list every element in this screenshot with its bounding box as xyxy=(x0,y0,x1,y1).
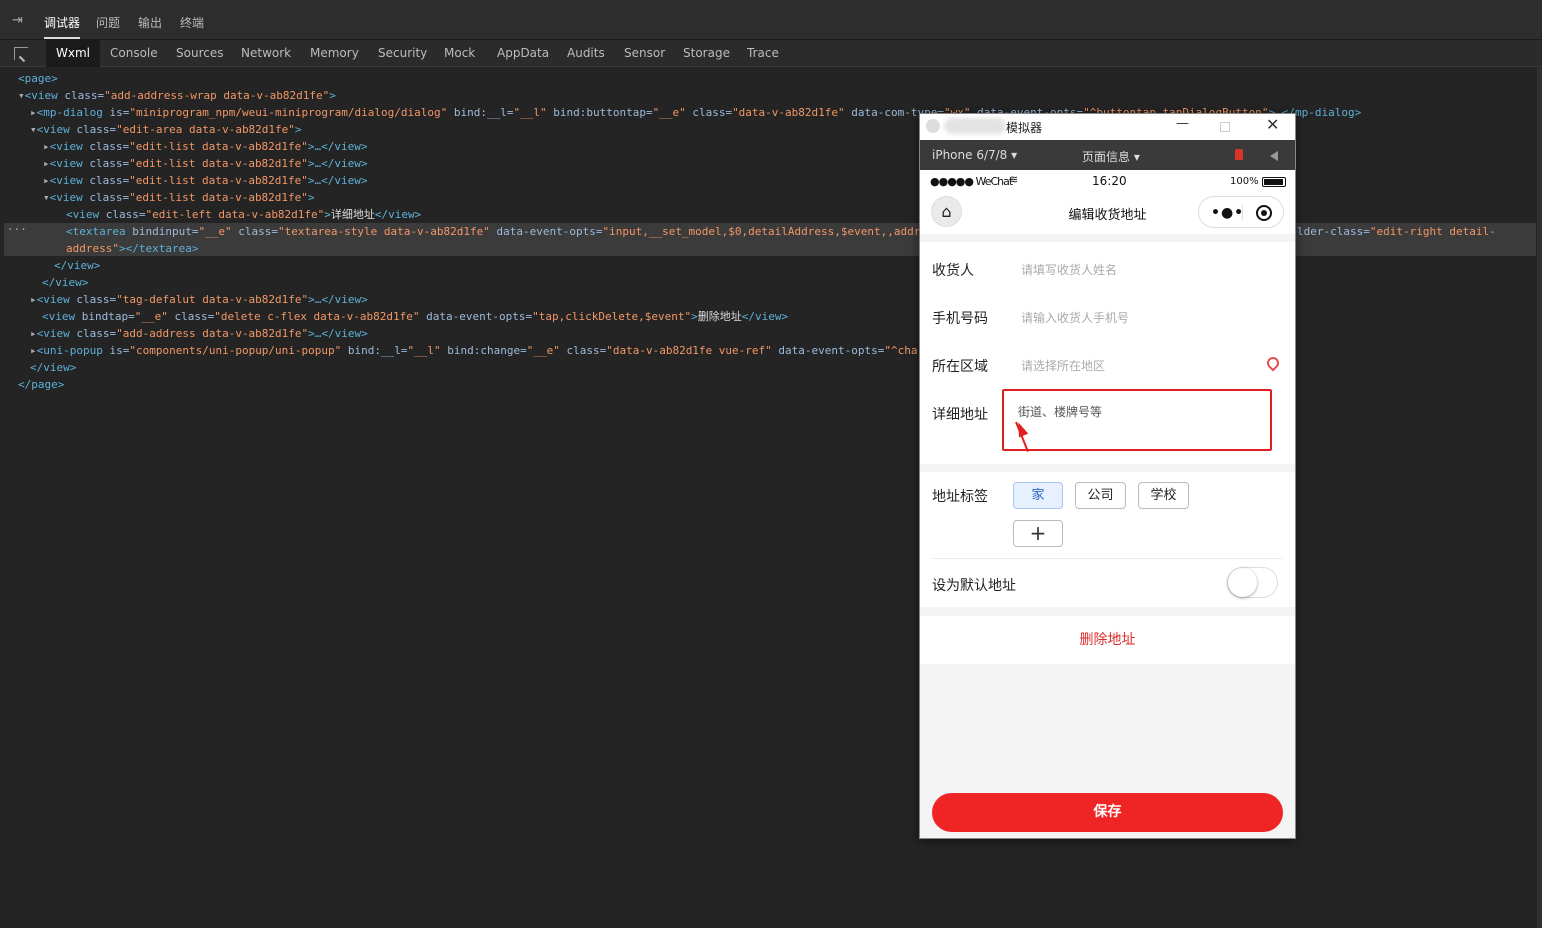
blurred-app-name xyxy=(944,118,1006,134)
save-button[interactable]: 保存 xyxy=(932,793,1283,832)
minimize-icon[interactable]: — xyxy=(1176,116,1189,131)
devtools-top-bar: ⇥ 调试器 问题 输出 终端 xyxy=(0,0,1542,40)
wifi-icon: ≋ xyxy=(1009,173,1019,186)
tag-company[interactable]: 公司 xyxy=(1075,482,1126,509)
wxml-line-textarea[interactable]: <textarea bindinput="__e" class="textare… xyxy=(66,223,920,240)
capsule-menu: •●• xyxy=(1198,196,1284,228)
detail-placeholder: 街道、楼牌号等 xyxy=(1018,405,1103,419)
simulator-title-bar[interactable]: 模拟器 — ✕ xyxy=(920,114,1295,140)
tab-mock[interactable]: Mock xyxy=(444,46,475,60)
tab-wxml[interactable]: Wxml xyxy=(46,40,100,67)
panel-tab-bar: Wxml Console Sources Network Memory Secu… xyxy=(0,40,1542,67)
mini-program-nav-bar: ⌂ 编辑收货地址 •●• xyxy=(920,192,1295,234)
wxml-line-tag-default[interactable]: ▸<view class="tag-defalut data-v-ab82d1f… xyxy=(30,291,368,308)
delete-address-button[interactable]: 删除地址 xyxy=(920,616,1295,664)
phone-status-bar: ●●●●● WeChat ≋ 16:20 100% xyxy=(920,170,1295,192)
dock-icon[interactable]: ⇥ xyxy=(12,13,23,28)
tags-label: 地址标签 xyxy=(932,489,988,505)
inspect-element-icon[interactable] xyxy=(14,47,28,60)
phone-label: 手机号码 xyxy=(932,311,988,327)
region-label: 所在区域 xyxy=(932,359,988,375)
tab-terminal[interactable]: 终端 xyxy=(180,14,204,31)
receiver-label: 收货人 xyxy=(932,263,974,279)
phone-input[interactable]: 请输入收货人手机号 xyxy=(1021,309,1129,326)
divider xyxy=(932,558,1283,559)
close-mini-program-icon[interactable] xyxy=(1256,205,1272,221)
tag-school[interactable]: 学校 xyxy=(1138,482,1189,509)
tab-debugger[interactable]: 调试器 xyxy=(44,14,81,39)
tab-audits[interactable]: Audits xyxy=(567,46,605,60)
tab-appdata[interactable]: AppData xyxy=(497,46,549,60)
address-tags-section: 地址标签 家 公司 学校 + 设为默认地址 xyxy=(920,472,1295,607)
device-select[interactable]: iPhone 6/7/8 ▾ xyxy=(932,148,1017,162)
region-picker[interactable]: 请选择所在地区 xyxy=(1021,357,1105,374)
detail-label: 详细地址 xyxy=(932,407,988,423)
wxml-line-popup[interactable]: ▸<uni-popup is="components/uni-popup/uni… xyxy=(30,342,920,359)
wxml-line-textarea-tail: lder-class="edit-right detail- xyxy=(1297,225,1496,238)
battery-icon xyxy=(1262,177,1286,187)
switch-knob xyxy=(1228,568,1257,597)
tab-memory[interactable]: Memory xyxy=(310,46,359,60)
tab-output[interactable]: 输出 xyxy=(138,14,162,31)
wxml-line-page[interactable]: <page> xyxy=(18,70,58,87)
wxml-line-close-page[interactable]: </page> xyxy=(18,376,64,393)
tab-console[interactable]: Console xyxy=(110,46,158,60)
tab-network[interactable]: Network xyxy=(241,46,291,60)
node-ellipsis[interactable]: ··· xyxy=(7,221,27,238)
maximize-icon[interactable] xyxy=(1220,122,1230,132)
volume-icon[interactable] xyxy=(1270,151,1278,161)
status-time: 16:20 xyxy=(1092,174,1127,188)
wxml-line-close-view[interactable]: </view> xyxy=(54,257,100,274)
close-icon[interactable]: ✕ xyxy=(1266,115,1279,134)
tab-problems[interactable]: 问题 xyxy=(96,14,120,31)
simulator-title: 模拟器 xyxy=(1006,121,1043,135)
tab-storage[interactable]: Storage xyxy=(683,46,730,60)
detail-address-textarea[interactable]: 街道、楼牌号等 xyxy=(1002,389,1272,451)
add-tag-button[interactable]: + xyxy=(1013,520,1063,547)
wxml-line-edit-list[interactable]: ▸<view class="edit-list data-v-ab82d1fe"… xyxy=(43,172,368,189)
wxml-line-edit-area[interactable]: ▾<view class="edit-area data-v-ab82d1fe"… xyxy=(30,121,302,138)
wxml-line-delete[interactable]: <view bindtap="__e" class="delete c-flex… xyxy=(42,308,788,325)
default-address-label: 设为默认地址 xyxy=(932,578,1016,594)
wxml-line-edit-list[interactable]: ▾<view class="edit-list data-v-ab82d1fe"… xyxy=(43,189,315,206)
page-info-select[interactable]: 页面信息 ▾ xyxy=(1082,148,1140,165)
wxml-line-close-view[interactable]: </view> xyxy=(30,359,76,376)
tab-security[interactable]: Security xyxy=(378,46,427,60)
more-icon[interactable]: •●• xyxy=(1211,205,1244,221)
pin-icon[interactable] xyxy=(1235,149,1243,160)
simulator-window: 模拟器 — ✕ iPhone 6/7/8 ▾ 页面信息 ▾ ●●●●● WeCh… xyxy=(919,113,1296,839)
wxml-line-edit-list[interactable]: ▸<view class="edit-list data-v-ab82d1fe"… xyxy=(43,155,368,172)
wxml-line-edit-left[interactable]: <view class="edit-left data-v-ab82d1fe">… xyxy=(66,206,421,223)
tab-trace[interactable]: Trace xyxy=(747,46,779,60)
app-logo-icon xyxy=(926,119,940,133)
battery-percent: 100% xyxy=(1230,176,1259,187)
tag-home[interactable]: 家 xyxy=(1013,482,1063,509)
tab-sources[interactable]: Sources xyxy=(176,46,223,60)
vertical-scrollbar[interactable] xyxy=(1537,68,1542,928)
default-address-switch[interactable] xyxy=(1227,567,1278,598)
wxml-line-close-view[interactable]: </view> xyxy=(42,274,88,291)
simulator-toolbar: iPhone 6/7/8 ▾ 页面信息 ▾ xyxy=(920,140,1295,170)
wxml-line-edit-list[interactable]: ▸<view class="edit-list data-v-ab82d1fe"… xyxy=(43,138,368,155)
tab-sensor[interactable]: Sensor xyxy=(624,46,665,60)
wxml-line-add-address[interactable]: ▸<view class="add-address data-v-ab82d1f… xyxy=(30,325,368,342)
signal-indicator: ●●●●● WeChat xyxy=(930,175,1013,188)
wxml-tree: ··· <page> ▾<view class="add-address-wra… xyxy=(0,68,1537,928)
wxml-line-wrap[interactable]: ▾<view class="add-address-wrap data-v-ab… xyxy=(18,87,336,104)
receiver-input[interactable]: 请填写收货人姓名 xyxy=(1021,261,1117,278)
capsule-divider xyxy=(1242,205,1243,220)
wxml-line-textarea-end[interactable]: address"></textarea> xyxy=(66,240,198,257)
